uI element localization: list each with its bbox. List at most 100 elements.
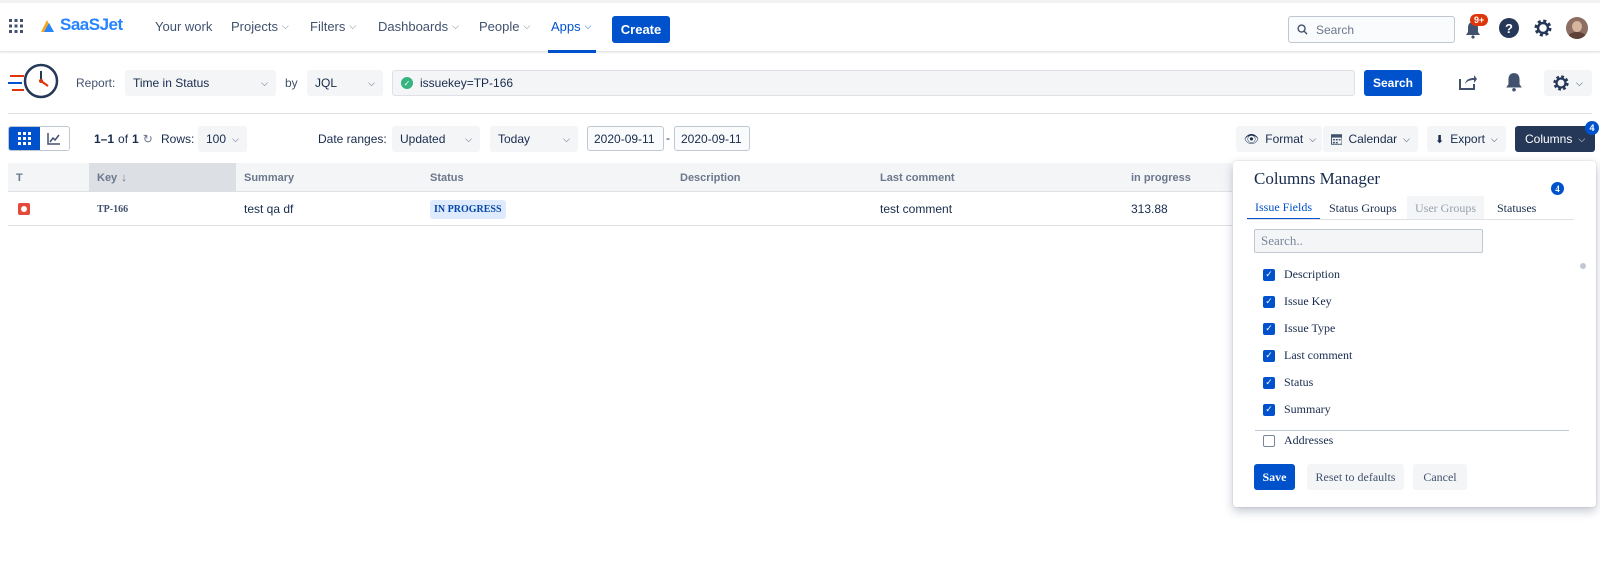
tab-user-groups[interactable]: User Groups xyxy=(1407,196,1484,220)
nav-apps[interactable]: Apps ⌵ xyxy=(551,19,591,34)
settings-icon[interactable] xyxy=(1533,18,1553,41)
report-select[interactable]: Time in Status ⌵ xyxy=(125,70,276,96)
cancel-button[interactable]: Cancel xyxy=(1413,464,1467,490)
field-option-description[interactable]: ✓ Description xyxy=(1263,267,1340,282)
scrollbar-thumb[interactable] xyxy=(1580,263,1586,269)
date-field-value: Updated xyxy=(400,132,446,146)
nav-people[interactable]: People ⌵ xyxy=(479,19,530,34)
chevron-down-icon: ⌵ xyxy=(1490,133,1498,144)
checkbox-checked-icon: ✓ xyxy=(1263,403,1275,416)
rows-select[interactable]: 100 ⌵ xyxy=(198,126,247,152)
jql-value: issuekey=TP-166 xyxy=(420,76,514,90)
column-header-summary[interactable]: Summary xyxy=(236,163,421,192)
chevron-down-icon: ⌵ xyxy=(523,21,531,31)
field-option-issue-key[interactable]: ✓ Issue Key xyxy=(1263,294,1332,309)
checkbox-checked-icon: ✓ xyxy=(1263,376,1275,389)
status-badge: IN PROGRESS xyxy=(430,199,506,219)
status-cell: IN PROGRESS xyxy=(422,192,662,226)
gear-icon xyxy=(1553,75,1569,91)
notifications-button[interactable]: 9+ xyxy=(1465,14,1489,39)
field-label: Description xyxy=(1284,267,1340,281)
chevron-down-icon: ⌵ xyxy=(465,133,472,144)
calendar-button[interactable]: Calendar ⌵ xyxy=(1323,126,1418,152)
save-button[interactable]: Save xyxy=(1254,464,1295,490)
field-option-status[interactable]: ✓ Status xyxy=(1263,375,1313,390)
date-preset-select[interactable]: Today ⌵ xyxy=(490,126,578,152)
grid-view-button[interactable] xyxy=(9,127,40,150)
columns-count-badge: 4 xyxy=(1585,121,1599,135)
table-row[interactable]: TP-166 test qa df IN PROGRESS test comme… xyxy=(8,192,1232,226)
column-header-status[interactable]: Status xyxy=(422,163,667,192)
date-to-input[interactable]: 2020-09-11 xyxy=(674,126,750,151)
checkbox-checked-icon: ✓ xyxy=(1263,268,1275,281)
pagination-of: of xyxy=(118,132,129,146)
chevron-down-icon: ⌵ xyxy=(584,21,592,31)
column-header-key-label: Key xyxy=(97,171,118,184)
field-label: Addresses xyxy=(1284,433,1334,447)
column-header-description[interactable]: Description xyxy=(672,163,870,192)
date-separator: - xyxy=(666,131,670,145)
column-header-in-progress[interactable]: in progress xyxy=(1123,163,1232,192)
top-navigation: SaaSJet Your work Projects ⌵ Filters ⌵ Das… xyxy=(0,0,1600,53)
checkbox-checked-icon: ✓ xyxy=(1263,295,1275,308)
field-option-last-comment[interactable]: ✓ Last comment xyxy=(1263,348,1352,363)
by-label: by xyxy=(285,76,298,90)
checkbox-unchecked-icon xyxy=(1263,434,1275,447)
calendar-icon xyxy=(1331,134,1343,145)
columns-button[interactable]: Columns ⌵ xyxy=(1515,126,1595,152)
in-progress-cell: 313.88 xyxy=(1131,202,1168,216)
nav-filters[interactable]: Filters ⌵ xyxy=(310,19,356,34)
tab-issue-fields[interactable]: Issue Fields xyxy=(1247,196,1320,220)
brand-logo[interactable]: SaaSJet xyxy=(38,15,123,35)
brand-logo-icon xyxy=(41,20,54,32)
pagination-total: 1 xyxy=(132,132,139,146)
help-icon[interactable]: ? xyxy=(1499,18,1519,38)
tabs-divider xyxy=(1247,219,1574,220)
app-switcher-icon[interactable] xyxy=(9,19,23,33)
sort-desc-icon: ↓ xyxy=(121,171,127,184)
calendar-label: Calendar xyxy=(1348,132,1398,146)
columns-search-input[interactable]: Search.. xyxy=(1254,229,1483,253)
notifications-badge: 9+ xyxy=(1470,14,1489,26)
bell-icon[interactable] xyxy=(1505,72,1523,95)
field-label: Issue Key xyxy=(1284,294,1332,308)
refresh-icon[interactable]: ↻ xyxy=(143,132,153,146)
column-header-type[interactable]: T xyxy=(8,163,88,192)
report-label: Report: xyxy=(76,76,116,90)
avatar[interactable] xyxy=(1566,17,1588,39)
tab-statuses[interactable]: Statuses xyxy=(1489,196,1544,220)
column-header-key[interactable]: Key ↓ xyxy=(89,163,236,192)
nav-dashboards[interactable]: Dashboards ⌵ xyxy=(378,19,459,34)
last-comment-cell: test comment xyxy=(880,202,953,216)
create-button[interactable]: Create xyxy=(612,16,670,43)
jql-search-button[interactable]: Search xyxy=(1364,70,1422,96)
pagination-range: 1–1 xyxy=(94,132,115,146)
global-search-input[interactable]: Search xyxy=(1288,16,1455,43)
nav-your-work[interactable]: Your work xyxy=(155,19,212,34)
date-field-select[interactable]: Updated ⌵ xyxy=(392,126,480,152)
date-from-input[interactable]: 2020-09-11 xyxy=(587,126,664,151)
column-header-last-comment[interactable]: Last comment xyxy=(872,163,1117,192)
format-button[interactable]: 👁 Format ⌵ xyxy=(1236,126,1322,152)
export-button[interactable]: ⬇ Export ⌵ xyxy=(1427,126,1506,152)
search-icon xyxy=(1297,24,1308,35)
jql-input[interactable]: ✓ issuekey=TP-166 xyxy=(392,70,1355,96)
reset-defaults-button[interactable]: Reset to defaults xyxy=(1307,464,1404,490)
checkbox-checked-icon: ✓ xyxy=(1263,322,1275,335)
tab-status-groups[interactable]: Status Groups xyxy=(1321,196,1405,220)
field-option-addresses[interactable]: Addresses xyxy=(1263,433,1333,448)
fields-divider xyxy=(1255,430,1569,431)
brand-name: SaaSJet xyxy=(60,15,123,34)
date-preset-value: Today xyxy=(498,132,531,146)
chevron-down-icon: ⌵ xyxy=(368,77,375,88)
issue-key-link[interactable]: TP-166 xyxy=(89,192,229,226)
by-select[interactable]: JQL ⌵ xyxy=(307,70,383,96)
field-option-issue-type[interactable]: ✓ Issue Type xyxy=(1263,321,1335,336)
share-icon[interactable] xyxy=(1458,73,1478,94)
nav-projects[interactable]: Projects ⌵ xyxy=(231,19,289,34)
field-option-summary[interactable]: ✓ Summary xyxy=(1263,402,1331,417)
report-settings-button[interactable]: ⌵ xyxy=(1544,70,1592,96)
chart-view-button[interactable] xyxy=(39,127,69,150)
grid-icon xyxy=(17,132,31,145)
active-nav-indicator xyxy=(548,50,596,53)
